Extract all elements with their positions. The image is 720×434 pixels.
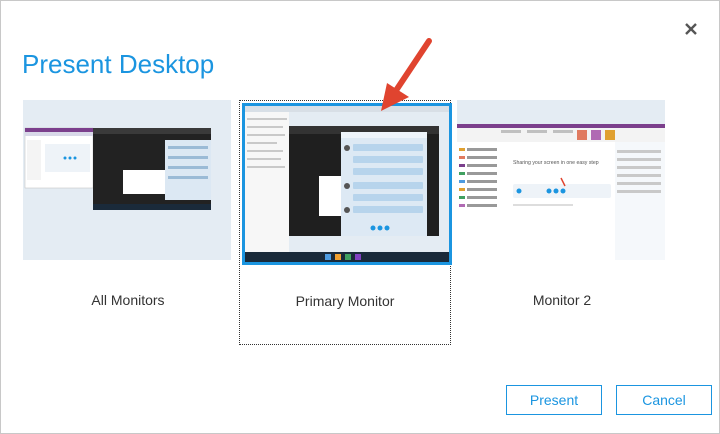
dialog-title: Present Desktop [22, 49, 215, 79]
option-all-monitors[interactable]: All Monitors [23, 100, 233, 343]
primary-monitor-thumbnail [242, 103, 452, 265]
present-button[interactable]: Present [506, 385, 602, 415]
close-icon[interactable] [681, 19, 701, 39]
annotation-arrow-icon [381, 38, 432, 111]
option-label: All Monitors [91, 292, 165, 308]
monitor-2-thumbnail: Sharing your screen in one easy step [457, 100, 665, 260]
present-desktop-dialog: Present Desktop All Monitors Primary Mon… [0, 0, 720, 434]
option-primary-monitor[interactable]: Primary Monitor [239, 100, 452, 345]
option-label: Primary Monitor [295, 293, 395, 309]
monitor-2-heading: Sharing your screen in one easy step [513, 160, 599, 166]
cancel-button[interactable]: Cancel [616, 385, 712, 415]
option-monitor-2[interactable]: Sharing your screen in one easy step Mon… [457, 100, 667, 343]
all-monitors-thumbnail [23, 100, 231, 260]
option-label: Monitor 2 [532, 292, 592, 308]
